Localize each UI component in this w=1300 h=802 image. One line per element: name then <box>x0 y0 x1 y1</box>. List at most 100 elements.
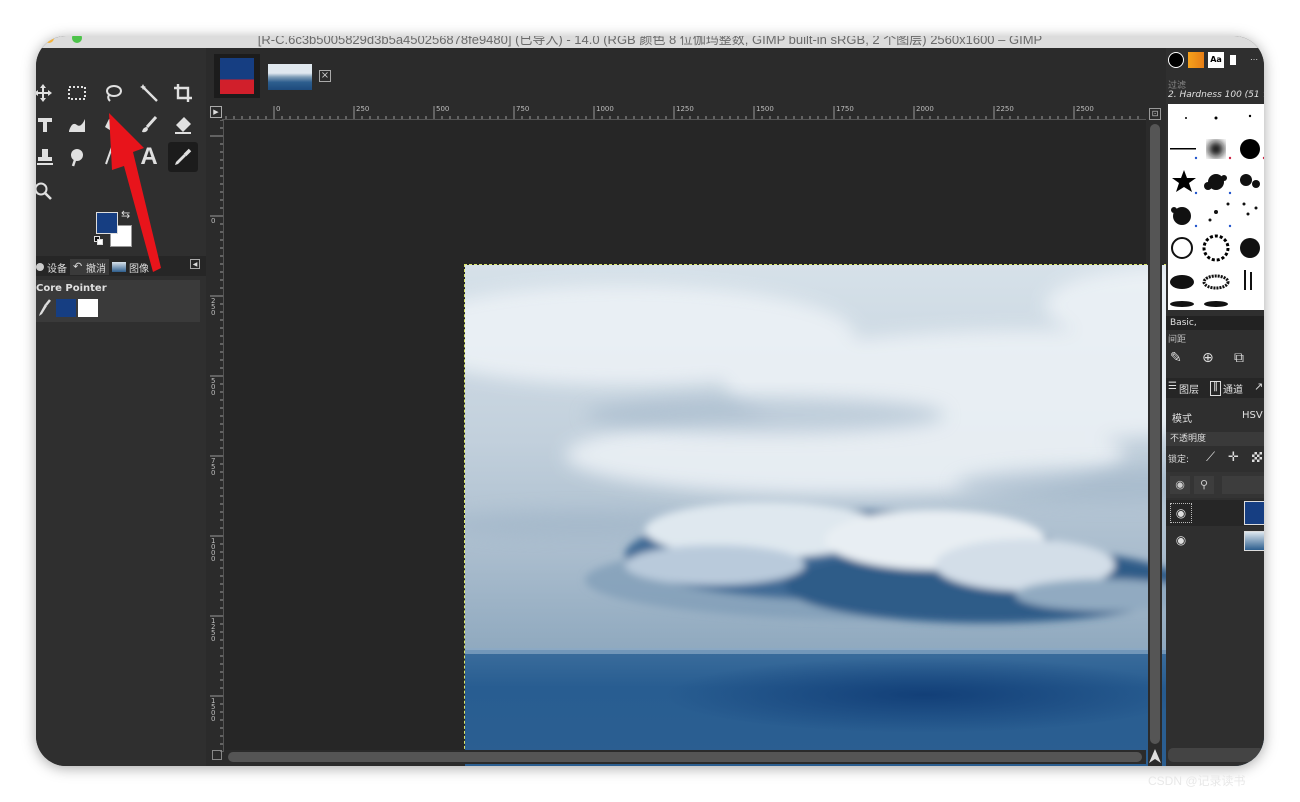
lock-position-icon[interactable]: ✛ <box>1228 450 1239 465</box>
lock-alpha-icon[interactable] <box>1252 452 1262 462</box>
image-tab-1[interactable] <box>214 54 260 98</box>
navigate-icon[interactable] <box>1148 748 1162 764</box>
tab-devices[interactable]: 设备 <box>36 259 67 275</box>
layer-2-thumbnail <box>1244 531 1264 551</box>
toolbox: A ⇆ 设备 ↶ 撤消 图像 ◀ Core Pointer <box>36 48 206 766</box>
lock-label: 锁定: <box>1168 455 1190 465</box>
tab-images[interactable]: 图像 <box>112 259 149 275</box>
tab-undo-history[interactable]: ↶ 撤消 <box>70 259 109 275</box>
ruler-tick-label: 2000 <box>916 105 934 113</box>
ruler-tick-label: 1750 <box>836 105 854 113</box>
brush-actions: ✎ ⊕ ⧉ <box>1166 348 1264 370</box>
paintbrush-icon[interactable] <box>134 110 164 140</box>
image-tabs-bar: × <box>206 48 1206 104</box>
warp-transform-icon[interactable] <box>62 110 92 140</box>
magic-wand-icon[interactable] <box>134 78 164 108</box>
ruler-tick-label: 2500 <box>1076 105 1094 113</box>
clone-stamp-icon[interactable] <box>36 142 60 172</box>
move-tool-icon[interactable] <box>36 78 58 108</box>
ruler-tick-label: 500 <box>436 105 450 113</box>
image-tab-1-thumbnail <box>220 58 254 94</box>
title-bar: [R-C.6c3b5005829d3b5a450256878fe9480] (已… <box>36 36 1264 48</box>
unified-transform-icon[interactable] <box>36 110 60 140</box>
layer-row-1[interactable]: ◉ <box>1166 500 1264 526</box>
layer-mode-row: 模式 HSV <box>1166 404 1264 428</box>
paths-tab-icon[interactable]: ↗ <box>1254 380 1263 393</box>
vertical-ruler: 0 250 500 750 1000 1250 1500 <box>208 120 224 752</box>
vruler-ticks <box>210 120 223 752</box>
device-status-icon <box>36 263 44 271</box>
paths-icon[interactable] <box>98 142 128 172</box>
edit-brush-icon[interactable]: ✎ <box>1170 350 1188 368</box>
color-picker-icon[interactable] <box>168 142 198 172</box>
spacing-label: 间距 <box>1168 335 1187 345</box>
zoom-icon[interactable] <box>36 176 58 206</box>
mode-select[interactable]: HSV <box>1242 410 1263 421</box>
crop-icon[interactable] <box>168 78 198 108</box>
new-brush-icon[interactable]: ⊕ <box>1202 350 1220 368</box>
vruler-tick-label: 1250 <box>211 617 216 643</box>
close-tab-icon[interactable]: × <box>319 70 331 82</box>
ruler-tick-label: 250 <box>356 105 370 113</box>
undo-icon: ↶ <box>73 260 83 273</box>
tab-devices-label: 设备 <box>47 263 67 275</box>
brush-tag-filter[interactable]: Basic, <box>1166 316 1264 330</box>
brush-grid[interactable] <box>1168 104 1264 310</box>
reset-colors-icon[interactable] <box>94 236 104 246</box>
foreground-color-swatch[interactable] <box>96 212 118 234</box>
patterns-tab-icon[interactable] <box>1188 52 1204 68</box>
mode-label: 模式 <box>1172 414 1192 425</box>
tab-channels[interactable]: ‖ 通道 <box>1210 381 1243 396</box>
right-dock: Aa ⋯ 过滤 2. Hardness 100 (51 × 51) <box>1166 48 1264 766</box>
ocean-cloud-photo <box>465 265 1264 766</box>
dynamics-tab-icon[interactable] <box>1230 55 1236 65</box>
image-canvas[interactable] <box>224 120 1264 766</box>
layer-row-2[interactable]: ◉ <box>1166 528 1264 554</box>
csdn-watermark: CSDN @记录读书 <box>1148 774 1246 788</box>
layer-visibility-eye-icon[interactable]: ◉ <box>1170 503 1192 523</box>
gimp-window: [R-C.6c3b5005829d3b5a450256878fe9480] (已… <box>36 36 1264 766</box>
layer-header-spacer <box>1222 476 1264 494</box>
device-bg-color <box>78 299 98 317</box>
quick-mask-toggle[interactable] <box>212 750 222 760</box>
lasso-icon[interactable] <box>98 78 128 108</box>
visibility-header-icon: ◉ <box>1170 476 1190 494</box>
layer-dock-tabs: ☰ 图层 ‖ 通道 ↗ <box>1166 378 1264 398</box>
horizontal-scroll-thumb[interactable] <box>228 752 1142 762</box>
smudge-icon[interactable] <box>62 142 92 172</box>
brushes-tab-icon[interactable] <box>1168 52 1184 68</box>
opacity-slider[interactable]: 不透明度 <box>1166 432 1264 446</box>
layers-scrollbar[interactable] <box>1168 748 1264 762</box>
lock-row: 锁定: ⟋ ✛ <box>1166 448 1264 468</box>
vruler-tick-label: 500 <box>211 377 216 397</box>
rect-select-icon[interactable] <box>62 78 92 108</box>
lock-pixels-icon[interactable]: ⟋ <box>1206 450 1215 465</box>
paint-bucket-icon[interactable] <box>98 110 128 140</box>
vertical-scroll-thumb[interactable] <box>1150 124 1160 744</box>
text-icon[interactable]: A <box>134 142 164 172</box>
duplicate-brush-icon[interactable]: ⧉ <box>1234 350 1252 368</box>
eraser-icon[interactable] <box>168 110 198 140</box>
layer-1-thumbnail <box>1244 501 1264 525</box>
window-title: [R-C.6c3b5005829d3b5a450256878fe9480] (已… <box>257 36 1043 47</box>
vertical-scrollbar[interactable]: ⊡ <box>1148 106 1162 766</box>
dock-menu-button[interactable]: ◀ <box>190 259 200 269</box>
dock-tab-menu-icon[interactable]: ⋯ <box>1246 52 1262 68</box>
layer-visibility-eye-icon[interactable]: ◉ <box>1170 531 1192 551</box>
zoom-fit-icon[interactable]: ⊡ <box>1149 108 1161 120</box>
horizontal-scrollbar[interactable] <box>224 750 1146 764</box>
canvas-menu-button[interactable]: ▶ <box>210 106 222 118</box>
toolbox-dock-tabs: 设备 ↶ 撤消 图像 ◀ <box>36 256 206 276</box>
ruler-tick-label: 750 <box>516 105 530 113</box>
device-name: Core Pointer <box>36 283 107 294</box>
layers-icon: ☰ <box>1168 381 1177 392</box>
image-content[interactable] <box>464 264 1264 766</box>
tab-channels-label: 通道 <box>1223 385 1243 396</box>
tab-layers[interactable]: ☰ 图层 <box>1168 381 1199 396</box>
layer-list-header: ◉ ⚲ <box>1166 472 1264 498</box>
image-thumbnail-icon <box>112 262 126 272</box>
fonts-tab-icon[interactable]: Aa <box>1208 52 1224 68</box>
vruler-tick-label: 1500 <box>211 697 216 723</box>
image-tab-2[interactable] <box>266 54 314 98</box>
swap-colors-icon[interactable]: ⇆ <box>121 208 130 221</box>
